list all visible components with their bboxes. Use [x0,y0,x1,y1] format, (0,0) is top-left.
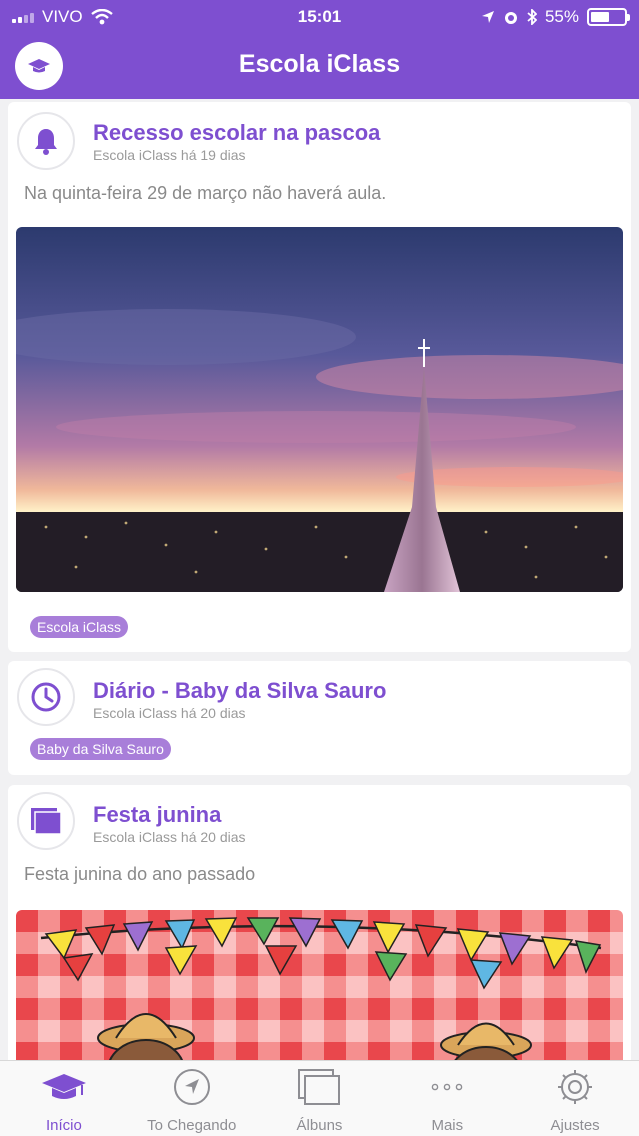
tab-label: To Chegando [147,1117,237,1134]
post-body: Na quinta-feira 29 de março não haverá a… [24,183,387,203]
post-meta: Escola iClass há 20 dias [93,705,246,721]
battery-fill [591,12,609,22]
post-title[interactable]: Festa junina [93,802,221,828]
post-avatar [17,112,75,170]
tab-bar: Início To Chegando Álbuns Mais Ajustes [0,1060,639,1136]
post-avatar [17,668,75,726]
news-feed[interactable]: Recesso escolar na pascoa Escola iClass … [0,99,639,1060]
battery-icon [587,8,630,26]
tab-albuns[interactable]: Álbuns [256,1061,384,1136]
post-meta: Escola iClass há 20 dias [93,829,246,845]
more-dots-icon [431,1083,463,1091]
battery-percent: 55% [544,7,579,26]
gear-icon [558,1070,593,1104]
album-icon [31,808,62,835]
post-photo[interactable] [16,227,623,592]
bluetooth-icon [527,9,537,25]
post-meta: Escola iClass há 19 dias [93,147,246,163]
post-title[interactable]: Diário - Baby da Silva Sauro [93,678,386,704]
tab-label: Início [45,1117,82,1134]
page-title: Escola iClass [238,50,401,78]
post-body: Festa junina do ano passado [24,864,256,884]
app-header: VIVO 15:01 55% Escola iClass [0,0,639,99]
festa-junina-image [16,910,623,1060]
post-photo[interactable] [16,910,623,1060]
tab-inicio[interactable]: Início [0,1061,128,1136]
post-title[interactable]: Recesso escolar na pascoa [93,120,380,146]
post-tag[interactable]: Baby da Silva Sauro [30,738,171,760]
sunset-cathedral-image [16,227,623,592]
status-bar: VIVO 15:01 55% [0,0,639,34]
alarm-icon [504,12,517,24]
tab-ajustes[interactable]: Ajustes [511,1061,639,1136]
post-card[interactable]: Recesso escolar na pascoa Escola iClass … [8,102,631,652]
bell-icon [35,129,57,155]
albums-icon [298,1069,341,1105]
post-card[interactable]: Diário - Baby da Silva Sauro Escola iCla… [8,661,631,775]
location-arrow-icon [173,1069,210,1105]
tab-label: Ajustes [550,1117,600,1134]
tab-label: Mais [431,1117,464,1134]
status-right: 55% [481,7,630,27]
post-tag[interactable]: Escola iClass [30,616,129,638]
post-card[interactable]: Festa junina Escola iClass há 20 dias Fe… [8,785,631,1060]
tab-mais[interactable]: Mais [383,1061,511,1136]
location-icon [481,11,494,23]
post-avatar [17,792,75,850]
clock-icon [31,682,61,712]
tab-label: Álbuns [296,1117,343,1134]
tab-to-chegando[interactable]: To Chegando [128,1061,256,1136]
graduation-cap-icon [41,1074,86,1099]
